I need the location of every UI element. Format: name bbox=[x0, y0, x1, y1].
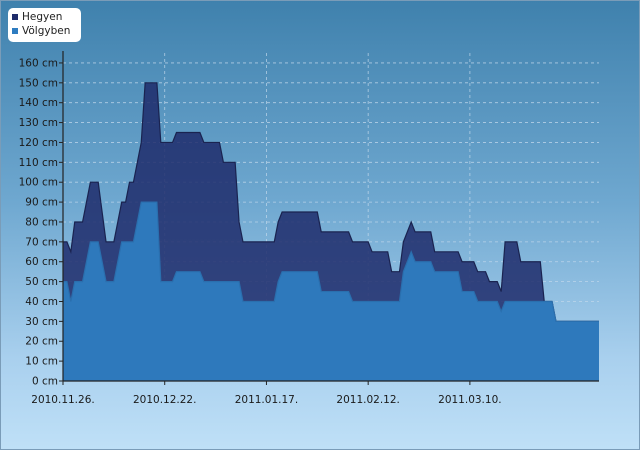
legend-item-hegyen: Hegyen bbox=[12, 10, 77, 24]
chart-area: 0 cm 10 cm 20 cm 30 cm 40 cm 50 cm 60 cm 70 cm 8… bbox=[0, 0, 640, 450]
y-tick-label: 150 cm bbox=[19, 77, 58, 89]
y-tick-label: 90 cm bbox=[25, 197, 58, 209]
legend-label-hegyen: Hegyen bbox=[22, 11, 63, 23]
legend-label-volgyben: Völgyben bbox=[22, 25, 71, 37]
y-tick-label: 130 cm bbox=[19, 117, 58, 129]
legend-swatch-hegyen bbox=[12, 14, 18, 20]
y-tick-label: 70 cm bbox=[25, 236, 58, 248]
y-tick-label: 10 cm bbox=[25, 356, 58, 368]
legend-item-volgyben: Völgyben bbox=[12, 24, 77, 38]
y-tick-label: 20 cm bbox=[25, 336, 58, 348]
y-tick-label: 100 cm bbox=[19, 177, 58, 189]
y-tick-label: 80 cm bbox=[25, 216, 58, 228]
x-tick-label: 2011.01.17. bbox=[235, 394, 298, 406]
x-tick-label: 2011.02.12. bbox=[336, 394, 399, 406]
y-tick-label: 0 cm bbox=[32, 376, 58, 388]
y-tick-label: 60 cm bbox=[25, 256, 58, 268]
x-tick-label: 2011.03.10. bbox=[438, 394, 501, 406]
x-tick-label: 2010.12.22. bbox=[133, 394, 196, 406]
y-tick-label: 110 cm bbox=[19, 157, 58, 169]
y-tick-label: 30 cm bbox=[25, 316, 58, 328]
legend-swatch-volgyben bbox=[12, 28, 18, 34]
y-tick-label: 50 cm bbox=[25, 276, 58, 288]
y-tick-label: 160 cm bbox=[19, 57, 58, 69]
legend: Hegyen Völgyben bbox=[8, 8, 81, 42]
y-tick-label: 140 cm bbox=[19, 97, 58, 109]
series-areas bbox=[63, 82, 599, 382]
x-tick-label: 2010.11.26. bbox=[31, 394, 94, 406]
snow-depth-chart: 0 cm 10 cm 20 cm 30 cm 40 cm 50 cm 60 cm 70 cm 8… bbox=[19, 51, 599, 406]
y-tick-label: 120 cm bbox=[19, 137, 58, 149]
y-tick-label: 40 cm bbox=[25, 296, 58, 308]
